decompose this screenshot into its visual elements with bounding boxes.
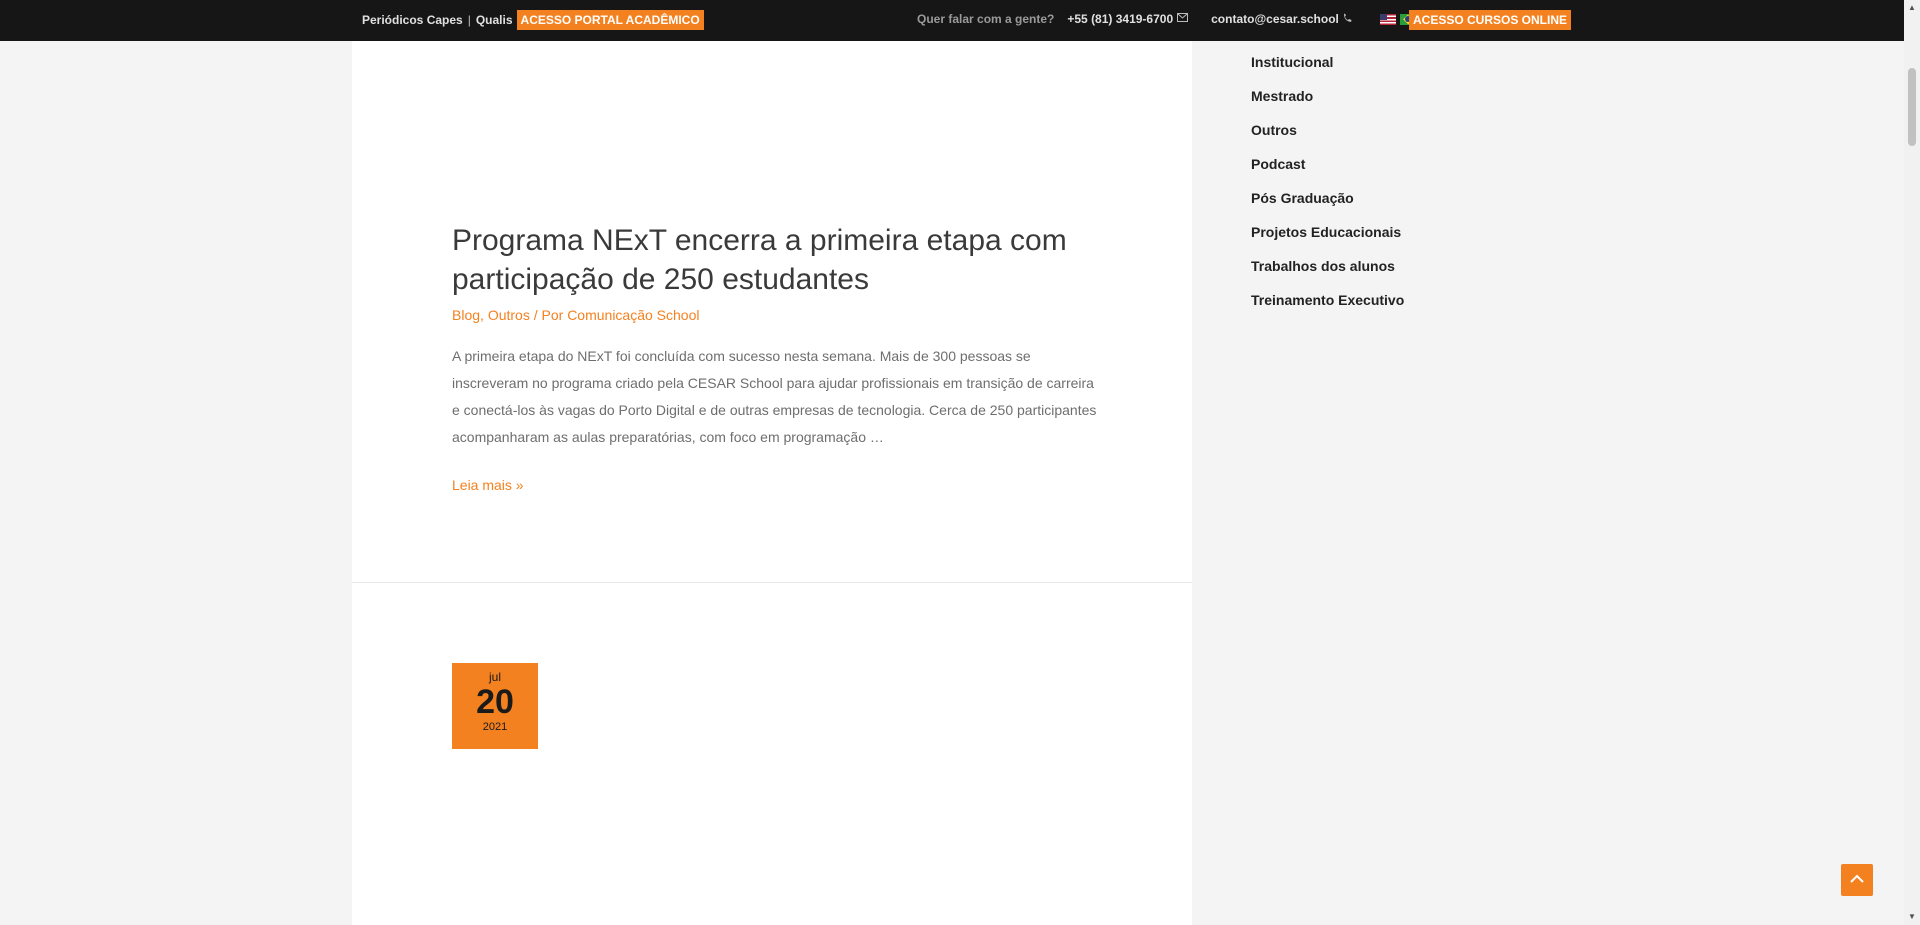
scroll-to-top-button[interactable]	[1841, 864, 1873, 896]
phone-number[interactable]: +55 (81) 3419-6700	[1067, 12, 1173, 26]
scroll-up-arrow-icon[interactable]: ▲	[1904, 0, 1920, 16]
category-link-outros[interactable]: Outros	[488, 307, 530, 323]
date-month: jul	[488, 670, 501, 684]
date-badge: jul 20 2021	[452, 663, 538, 749]
date-day: 20	[476, 683, 514, 721]
sidebar-item-treinamento-executivo[interactable]: Treinamento Executivo	[1251, 291, 1404, 325]
flag-us-icon[interactable]	[1379, 13, 1396, 25]
post-excerpt: A primeira etapa do NExT foi concluída c…	[452, 348, 1097, 445]
top-bar-left: Periódicos Capes | Qualis ACESSO PORTAL …	[362, 10, 704, 30]
email-address[interactable]: contato@cesar.school	[1211, 12, 1339, 26]
sidebar-item-mestrado[interactable]: Mestrado	[1251, 87, 1404, 121]
chevron-up-icon	[1850, 871, 1864, 889]
sidebar-item-outros[interactable]: Outros	[1251, 121, 1404, 155]
sidebar-item-trabalhos-alunos[interactable]: Trabalhos dos alunos	[1251, 257, 1404, 291]
scroll-down-arrow-icon[interactable]: ▼	[1904, 909, 1920, 925]
category-list: Institucional Mestrado Outros Podcast Pó…	[1251, 53, 1404, 325]
top-bar-separator: |	[467, 13, 471, 27]
main-content: Programa NExT encerra a primeira etapa c…	[352, 41, 1192, 925]
post-divider	[352, 582, 1192, 583]
sidebar-categories: Institucional Mestrado Outros Podcast Pó…	[1251, 53, 1404, 325]
author-link[interactable]: Comunicação School	[567, 307, 699, 323]
sidebar-item-projetos-educacionais[interactable]: Projetos Educacionais	[1251, 223, 1404, 257]
phone-icon	[1343, 13, 1352, 26]
qualis-link[interactable]: Qualis	[476, 13, 513, 27]
post-meta: Blog, Outros / Por Comunicação School	[452, 307, 699, 323]
contact-lead-text: Quer falar com a gente?	[917, 12, 1055, 26]
page-scrollbar[interactable]: ▲ ▼	[1904, 0, 1920, 925]
top-bar: Periódicos Capes | Qualis ACESSO PORTAL …	[0, 0, 1904, 41]
author-prefix: / Por	[529, 307, 568, 323]
read-more-link[interactable]: Leia mais »	[452, 477, 524, 493]
category-link-blog[interactable]: Blog	[452, 307, 480, 323]
sidebar-item-institucional[interactable]: Institucional	[1251, 53, 1404, 87]
envelope-icon	[1177, 13, 1189, 25]
top-bar-contact: Quer falar com a gente? +55 (81) 3419-67…	[917, 12, 1416, 26]
scrollbar-thumb[interactable]	[1908, 68, 1916, 146]
date-year: 2021	[482, 721, 508, 733]
sidebar-item-podcast[interactable]: Podcast	[1251, 155, 1404, 189]
sidebar-item-pos-graduacao[interactable]: Pós Graduação	[1251, 189, 1404, 223]
cursos-online-button[interactable]: ACESSO CURSOS ONLINE	[1409, 10, 1572, 30]
category-separator: ,	[480, 307, 488, 323]
post-title[interactable]: Programa NExT encerra a primeira etapa c…	[452, 221, 1092, 299]
periodicos-capes-link[interactable]: Periódicos Capes	[362, 13, 463, 27]
portal-academico-button[interactable]: ACESSO PORTAL ACADÊMICO	[516, 10, 704, 30]
